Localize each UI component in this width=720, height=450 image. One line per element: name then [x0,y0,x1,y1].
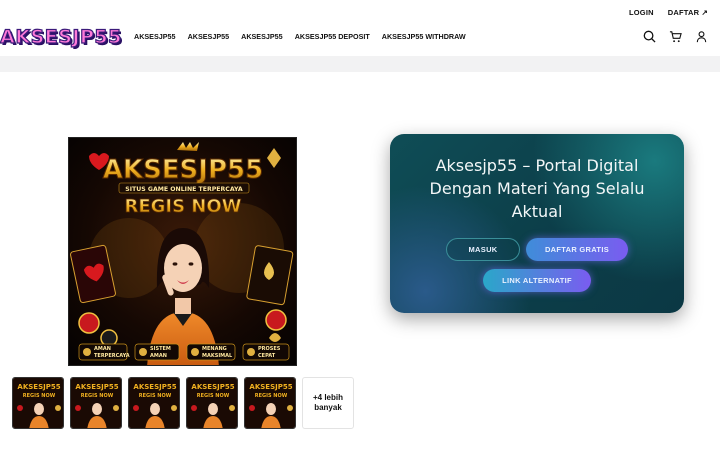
card-title: Aksesjp55 – Portal Digital Dengan Materi… [429,156,645,221]
site-logo[interactable]: AKSESJP55 [0,24,122,50]
thumbnail-strip: AKSESJP55 REGIS NOW AKSESJP55 REGIS NOW AK… [12,377,354,429]
masuk-button[interactable]: MASUK [446,238,520,261]
cart-icon[interactable] [668,29,682,43]
nav-item-1[interactable]: AKSESJP55 [134,32,176,41]
more-images-button[interactable]: +4 lebih banyak [302,377,354,429]
more-images-label: +4 lebih banyak [312,393,343,412]
svg-text:AKSESJP55: AKSESJP55 [133,383,176,391]
nav-item-2[interactable]: AKSESJP55 [188,32,230,41]
svg-text:SISTEM: SISTEM [150,346,171,352]
hero-card: Aksesjp55 – Portal Digital Dengan Materi… [390,134,684,313]
svg-text:CEPAT: CEPAT [258,353,276,359]
header-divider-band [0,56,720,72]
daftar-link[interactable]: DAFTAR ↗ [668,8,708,17]
top-links: LOGIN DAFTAR ↗ [629,8,708,17]
svg-text:AKSESJP55: AKSESJP55 [191,383,234,391]
header-icons [642,29,708,43]
main-nav: AKSESJP55 AKSESJP55 AKSESJP55 AKSESJP55 … [134,32,466,41]
svg-text:AKSESJP55: AKSESJP55 [249,383,292,391]
daftar-link-label: DAFTAR [667,8,700,17]
search-icon[interactable] [642,29,656,43]
logo-text: AKSESJP55 [0,25,122,48]
svg-text:MENANG: MENANG [202,346,227,352]
svg-text:AMAN: AMAN [150,353,167,359]
image-cta-text: REGIS NOW [124,196,241,217]
site-header: AKSESJP55 AKSESJP55 AKSESJP55 AKSESJP55 … [0,20,720,56]
svg-text:AKSESJP55: AKSESJP55 [75,383,118,391]
svg-text:TERPERCAYA: TERPERCAYA [94,353,130,359]
login-link[interactable]: LOGIN [629,8,654,17]
image-brand-text: AKSESJP55 [103,155,263,185]
thumbnail-5[interactable]: AKSESJP55 REGIS NOW [244,377,296,429]
user-icon[interactable] [694,29,708,43]
svg-text:PROSES: PROSES [258,346,281,352]
link-alternatif-button[interactable]: LINK ALTERNATIF [483,269,591,292]
nav-item-withdraw[interactable]: AKSESJP55 WITHDRAW [382,32,466,41]
svg-text:AKSESJP55: AKSESJP55 [17,383,60,391]
product-main-image[interactable]: AKSESJP55 SITUS GAME ONLINE TERPERCAYA R… [68,137,297,366]
thumbnail-3[interactable]: AKSESJP55 REGIS NOW [128,377,180,429]
daftar-gratis-button[interactable]: DAFTAR GRATIS [526,238,628,261]
thumbnail-1[interactable]: AKSESJP55 REGIS NOW [12,377,64,429]
nav-item-3[interactable]: AKSESJP55 [241,32,283,41]
badge-1: AMAN [94,346,111,352]
svg-text:MAKSIMAL: MAKSIMAL [202,353,233,359]
thumbnail-2[interactable]: AKSESJP55 REGIS NOW [70,377,122,429]
external-arrow-icon: ↗ [701,8,708,17]
top-utility-bar: LOGIN DAFTAR ↗ [0,0,720,22]
thumbnail-4[interactable]: AKSESJP55 REGIS NOW [186,377,238,429]
image-tagline: SITUS GAME ONLINE TERPERCAYA [125,186,243,193]
nav-item-deposit[interactable]: AKSESJP55 DEPOSIT [295,32,370,41]
